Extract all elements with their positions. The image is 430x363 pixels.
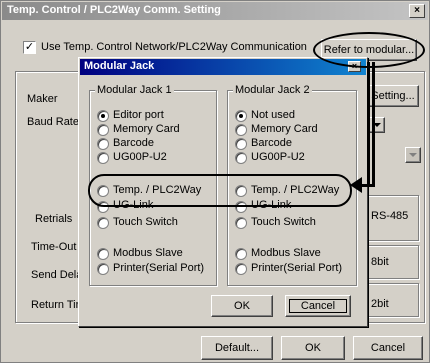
jack2-radio-ug00p-u2[interactable]	[235, 152, 247, 164]
dropdown-arrow-icon	[409, 153, 417, 157]
jack1-option-label: Editor port	[113, 109, 164, 121]
jack2-radio-printer[interactable]	[235, 263, 247, 275]
ok-button[interactable]: OK	[281, 336, 345, 360]
send-delay-label: Send Dela	[31, 269, 83, 281]
dialog-ok-button[interactable]: OK	[211, 295, 273, 317]
jack2-radio-touch-switch[interactable]	[235, 217, 247, 229]
jack1-option-label: Modbus Slave	[113, 247, 183, 259]
jack1-radio-modbus-slave[interactable]	[97, 248, 109, 260]
main-window-title: Temp. Control / PLC2Way Comm. Setting	[7, 4, 221, 16]
jack2-option-label: UG00P-U2	[251, 151, 305, 163]
jack1-option-label: Printer(Serial Port)	[113, 262, 205, 274]
jack2-option-label: Memory Card	[251, 123, 318, 135]
annotation-oval-temp-plc2way	[88, 174, 352, 207]
jack1-option-label: Memory Card	[113, 123, 180, 135]
stop-bits-value: 2bit	[371, 298, 389, 310]
rs485-value: RS-485	[371, 210, 409, 222]
use-network-label: Use Temp. Control Network/PLC2Way Commun…	[41, 41, 307, 53]
maker-label: Maker	[27, 93, 58, 105]
dialog-cancel-label: Cancel	[300, 300, 336, 312]
return-time-label: Return Tir	[31, 299, 80, 311]
dropdown-button[interactable]	[405, 147, 421, 163]
jack2-radio-memory-card[interactable]	[235, 124, 247, 136]
checkmark-icon: ✓	[24, 41, 35, 53]
cancel-button-label: Cancel	[370, 342, 406, 354]
jack2-radio-barcode[interactable]	[235, 138, 247, 150]
jack2-title: Modular Jack 2	[233, 84, 312, 96]
dialog-title-bar: Modular Jack ×	[80, 59, 366, 75]
jack2-option-label: Modbus Slave	[251, 247, 321, 259]
jack1-title: Modular Jack 1	[95, 84, 174, 96]
jack1-option-label: UG00P-U2	[113, 151, 167, 163]
jack1-option-label: Barcode	[113, 137, 154, 149]
jack1-radio-touch-switch[interactable]	[97, 217, 109, 229]
setting-button-label: Setting...	[371, 90, 415, 102]
jack2-radio-modbus-slave[interactable]	[235, 248, 247, 260]
use-network-checkbox[interactable]: ✓	[23, 41, 36, 54]
ok-button-label: OK	[305, 342, 321, 354]
dialog-title: Modular Jack	[84, 60, 155, 72]
jack1-radio-editor-port[interactable]	[97, 110, 109, 122]
jack2-option-label: Touch Switch	[251, 216, 316, 228]
jack2-option-label: Printer(Serial Port)	[251, 262, 343, 274]
jack2-option-label: Not used	[251, 109, 296, 121]
main-close-button[interactable]: ×	[409, 4, 425, 18]
jack1-radio-ug00p-u2[interactable]	[97, 152, 109, 164]
jack2-radio-not-used[interactable]	[235, 110, 247, 122]
jack1-radio-barcode[interactable]	[97, 138, 109, 150]
retrials-label: Retrials	[35, 213, 73, 225]
main-title-bar: Temp. Control / PLC2Way Comm. Setting ×	[2, 2, 428, 20]
jack2-option-label: Barcode	[251, 137, 292, 149]
dialog-ok-label: OK	[234, 300, 250, 312]
baud-rate-label: Baud Rate	[27, 116, 79, 128]
dialog-cancel-button[interactable]: Cancel	[285, 295, 351, 317]
annotation-arrow-line	[372, 62, 375, 186]
default-button[interactable]: Default...	[201, 336, 273, 360]
jack1-radio-memory-card[interactable]	[97, 124, 109, 136]
arrow-left-icon	[350, 177, 362, 193]
data-bits-value: 8bit	[371, 256, 389, 268]
default-button-label: Default...	[214, 342, 260, 354]
jack1-radio-printer[interactable]	[97, 263, 109, 275]
cancel-button[interactable]: Cancel	[353, 336, 423, 360]
jack1-option-label: Touch Switch	[113, 216, 178, 228]
annotation-arrow-line	[367, 62, 370, 186]
close-icon: ×	[414, 5, 420, 16]
